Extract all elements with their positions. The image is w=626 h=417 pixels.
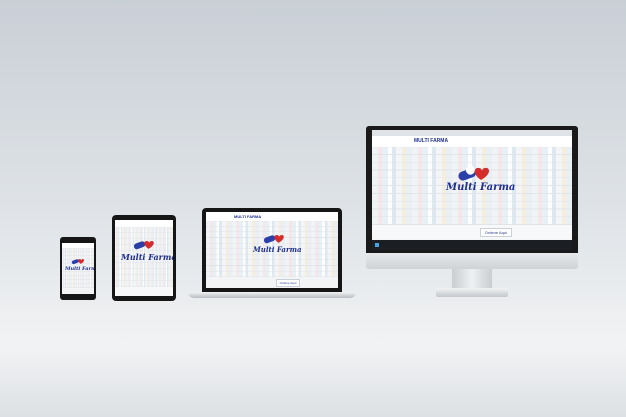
monitor-chin xyxy=(366,253,578,269)
laptop-base xyxy=(188,292,356,298)
floor-shadow xyxy=(0,300,626,417)
monitor-screen: MULTI FARMA Multi Farma Ordene Aquí xyxy=(372,130,572,250)
order-button[interactable]: Ordene Aquí xyxy=(276,279,300,287)
header-title[interactable]: MULTI FARMA xyxy=(234,214,261,219)
laptop: MULTI FARMA Multi Farma Ordene Aquí xyxy=(188,208,356,300)
order-button[interactable]: Ordene Aquí xyxy=(480,228,512,237)
laptop-screen: MULTI FARMA Multi Farma Ordene Aquí xyxy=(206,212,338,288)
brand-name: Multi Farma xyxy=(253,245,302,254)
os-taskbar xyxy=(372,240,572,250)
capsule-logo-icon xyxy=(133,241,154,250)
tablet-screen: Multi Farma xyxy=(115,220,173,296)
header-title[interactable]: MULTI FARMA xyxy=(414,138,448,144)
content-strip xyxy=(372,225,572,239)
smartphone: Multi Farma xyxy=(60,237,96,300)
monitor-base xyxy=(436,288,508,297)
capsule-logo-icon xyxy=(263,235,284,244)
tablet: Multi Farma xyxy=(112,215,176,301)
brand-name: Multi Farma xyxy=(65,266,94,272)
phone-screen: Multi Farma xyxy=(62,243,94,294)
desktop-monitor: MULTI FARMA Multi Farma Ordene Aquí xyxy=(366,126,578,298)
brand-name: Multi Farma xyxy=(446,182,516,193)
windows-start-icon[interactable] xyxy=(375,243,379,247)
capsule-logo-icon xyxy=(71,259,85,265)
monitor-stand xyxy=(452,269,492,289)
capsule-logo-icon xyxy=(458,165,490,181)
brand-name: Multi Farma xyxy=(121,252,173,262)
content-strip xyxy=(115,287,173,296)
